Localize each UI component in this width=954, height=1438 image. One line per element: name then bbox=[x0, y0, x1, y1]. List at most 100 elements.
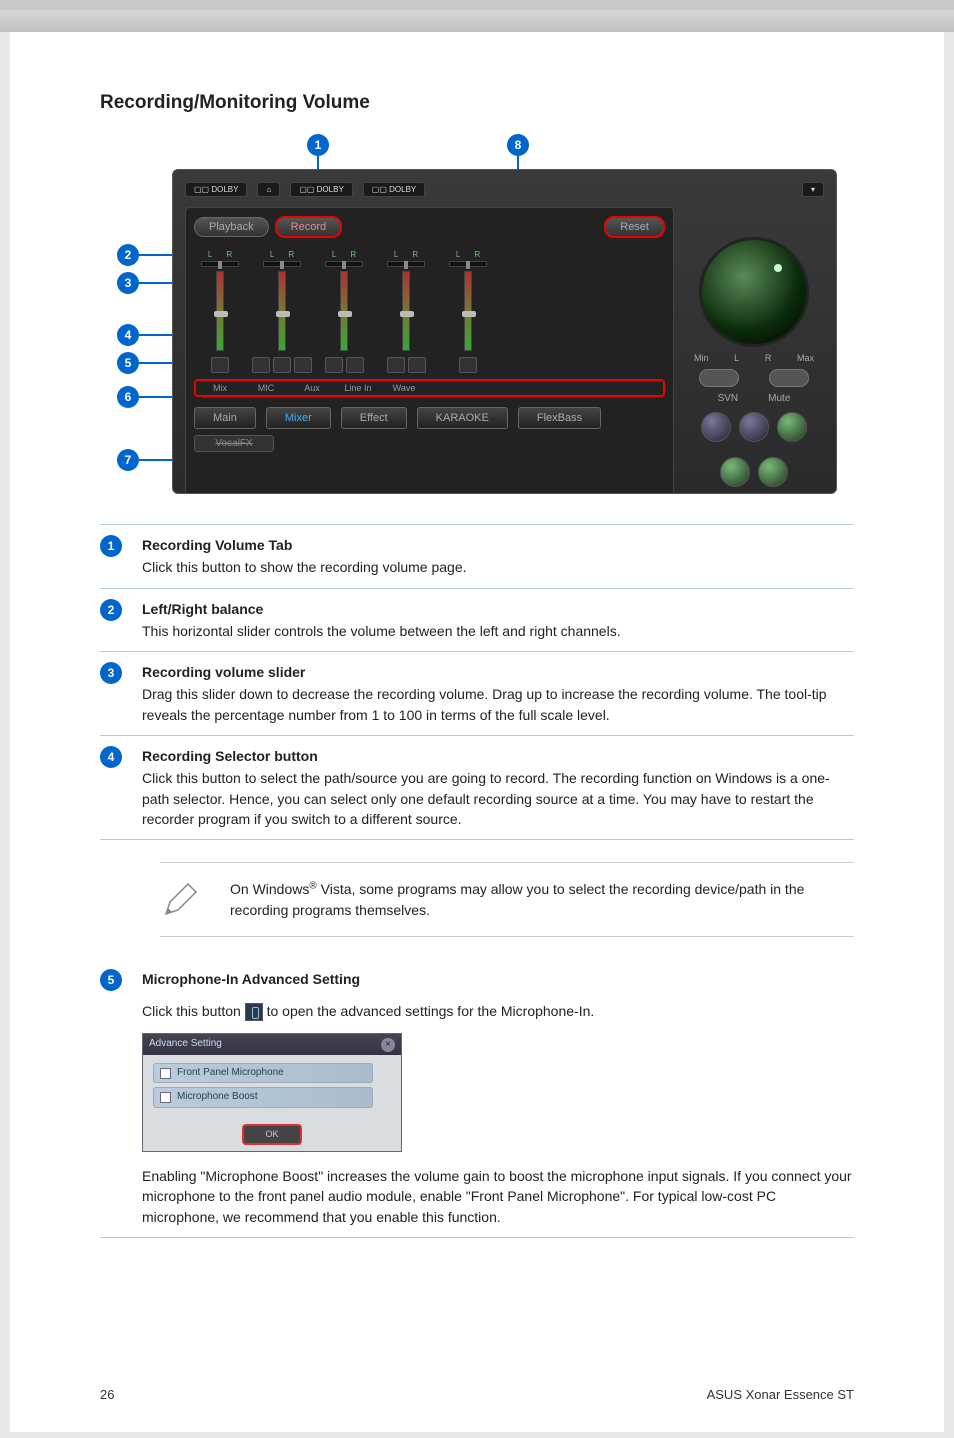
reset-button[interactable]: Reset bbox=[604, 216, 665, 238]
volume-slider[interactable] bbox=[340, 271, 348, 351]
channel-linein: LR bbox=[384, 250, 428, 373]
item-title: Left/Right balance bbox=[142, 599, 854, 619]
ok-button[interactable]: OK bbox=[242, 1124, 302, 1145]
dsp-btn-4[interactable] bbox=[720, 457, 750, 487]
svn-label: SVN bbox=[718, 393, 739, 404]
select-icon[interactable] bbox=[408, 357, 426, 373]
label-aux: Aux bbox=[292, 383, 332, 393]
playback-tab[interactable]: Playback bbox=[194, 217, 269, 237]
item-title: Recording Volume Tab bbox=[142, 535, 854, 555]
nav-mixer[interactable]: Mixer bbox=[266, 407, 331, 429]
item-text: This horizontal slider controls the volu… bbox=[142, 623, 621, 639]
desc-row-3: 3 Recording volume slider Drag this slid… bbox=[100, 651, 854, 735]
opt-mic-boost[interactable]: Microphone Boost bbox=[153, 1087, 373, 1108]
volume-slider[interactable] bbox=[216, 271, 224, 351]
nav-flexbass[interactable]: FlexBass bbox=[518, 407, 601, 429]
balance-slider[interactable] bbox=[449, 261, 487, 267]
dolby-row: ▢▢ DOLBY ⌂ ▢▢ DOLBY ▢▢ DOLBY ▾ bbox=[185, 182, 824, 197]
mixer-screenshot: 1 8 2 3 4 5 6 7 ▢▢ DOLBY ⌂ ▢▢ DOLBY ▢▢ D… bbox=[117, 134, 837, 494]
callout-8: 8 bbox=[507, 134, 529, 156]
product-name: ASUS Xonar Essence ST bbox=[707, 1387, 854, 1402]
volume-slider[interactable] bbox=[464, 271, 472, 351]
nav-main[interactable]: Main bbox=[194, 407, 256, 429]
min-label: Min bbox=[694, 353, 709, 363]
desc-row-4: 4 Recording Selector button Click this b… bbox=[100, 735, 854, 840]
label-linein: Line In bbox=[338, 383, 378, 393]
dsp-btn-5[interactable] bbox=[758, 457, 788, 487]
mute-label: Mute bbox=[768, 393, 790, 404]
badge-1: 1 bbox=[100, 535, 122, 557]
description-table: 1 Recording Volume Tab Click this button… bbox=[100, 524, 854, 840]
callout-6: 6 bbox=[117, 386, 139, 408]
dolby-badge: ▢▢ DOLBY bbox=[290, 182, 352, 197]
note-text: On Windows® Vista, some programs may all… bbox=[230, 879, 854, 920]
callout-1: 1 bbox=[307, 134, 329, 156]
opt-label: Front Panel Microphone bbox=[177, 1066, 284, 1081]
select-icon[interactable] bbox=[346, 357, 364, 373]
dialog-title: Advance Setting bbox=[149, 1037, 222, 1052]
select-icon[interactable] bbox=[273, 357, 291, 373]
badge-4: 4 bbox=[100, 746, 122, 768]
nav-karaoke[interactable]: KARAOKE bbox=[417, 407, 508, 429]
channel-mic: LR bbox=[260, 250, 304, 373]
desc-row-1: 1 Recording Volume Tab Click this button… bbox=[100, 524, 854, 588]
checkbox-icon[interactable] bbox=[160, 1092, 171, 1103]
mute-icon[interactable] bbox=[211, 357, 229, 373]
note-box: On Windows® Vista, some programs may all… bbox=[160, 862, 854, 937]
section-title: Recording/Monitoring Volume bbox=[100, 92, 854, 114]
mute-toggle[interactable] bbox=[769, 369, 809, 387]
opt-label: Microphone Boost bbox=[177, 1090, 258, 1105]
l-label: L bbox=[734, 353, 739, 363]
label-wave: Wave bbox=[384, 383, 424, 393]
dolby-badge: ▢▢ DOLBY bbox=[185, 182, 247, 197]
volume-dial[interactable] bbox=[699, 237, 809, 347]
volume-slider[interactable] bbox=[402, 271, 410, 351]
balance-slider[interactable] bbox=[201, 261, 239, 267]
nav-effect[interactable]: Effect bbox=[341, 407, 407, 429]
advance-setting-dialog: Advance Setting × Front Panel Microphone… bbox=[142, 1033, 402, 1152]
balance-slider[interactable] bbox=[263, 261, 301, 267]
r-label: R bbox=[765, 353, 772, 363]
advanced-settings-icon[interactable] bbox=[245, 1003, 263, 1021]
mute-icon[interactable] bbox=[459, 357, 477, 373]
balance-slider[interactable] bbox=[387, 261, 425, 267]
svn-toggle[interactable] bbox=[699, 369, 739, 387]
label-mix: Mix bbox=[200, 383, 240, 393]
collapse-icon[interactable]: ▾ bbox=[802, 182, 824, 197]
close-icon[interactable]: × bbox=[381, 1038, 395, 1052]
dsp-btn-1[interactable] bbox=[701, 412, 731, 442]
volume-slider[interactable] bbox=[278, 271, 286, 351]
advanced-icon[interactable] bbox=[294, 357, 312, 373]
mute-icon[interactable] bbox=[387, 357, 405, 373]
dsp-btn-3[interactable] bbox=[777, 412, 807, 442]
mute-icon[interactable] bbox=[252, 357, 270, 373]
record-tab[interactable]: Record bbox=[275, 216, 342, 238]
balance-slider[interactable] bbox=[325, 261, 363, 267]
left-callouts: 2 3 4 5 6 7 bbox=[117, 224, 167, 484]
callout-2: 2 bbox=[117, 244, 139, 266]
item-text: Click this button to show the recording … bbox=[142, 559, 467, 575]
desc-row-5: 5 Microphone-In Advanced Setting Click t… bbox=[100, 959, 854, 1237]
master-panel: Min L R Max SVN Mute bbox=[684, 207, 824, 494]
label-mic: MIC bbox=[246, 383, 286, 393]
checkbox-icon[interactable] bbox=[160, 1068, 171, 1079]
mute-icon[interactable] bbox=[325, 357, 343, 373]
item-title: Recording Selector button bbox=[142, 746, 854, 766]
dsp-btn-2[interactable] bbox=[739, 412, 769, 442]
page-footer: 26 ASUS Xonar Essence ST bbox=[100, 1387, 854, 1402]
item-lead-b: to open the advanced settings for the Mi… bbox=[267, 1003, 595, 1019]
channel-wave: LR bbox=[446, 250, 490, 373]
badge-3: 3 bbox=[100, 662, 122, 684]
home-icon[interactable]: ⌂ bbox=[257, 182, 280, 197]
item-text-2: Enabling "Microphone Boost" increases th… bbox=[142, 1166, 854, 1227]
item-title: Microphone-In Advanced Setting bbox=[142, 969, 854, 989]
opt-front-panel-mic[interactable]: Front Panel Microphone bbox=[153, 1063, 373, 1084]
badge-2: 2 bbox=[100, 599, 122, 621]
desc-row-2: 2 Left/Right balance This horizontal sli… bbox=[100, 588, 854, 652]
max-label: Max bbox=[797, 353, 814, 363]
callout-3: 3 bbox=[117, 272, 139, 294]
callout-4: 4 bbox=[117, 324, 139, 346]
item-text: Drag this slider down to decrease the re… bbox=[142, 686, 827, 722]
nav-vocalfx[interactable]: VocalFX bbox=[194, 435, 274, 452]
item-text: Click this button to select the path/sou… bbox=[142, 770, 830, 827]
